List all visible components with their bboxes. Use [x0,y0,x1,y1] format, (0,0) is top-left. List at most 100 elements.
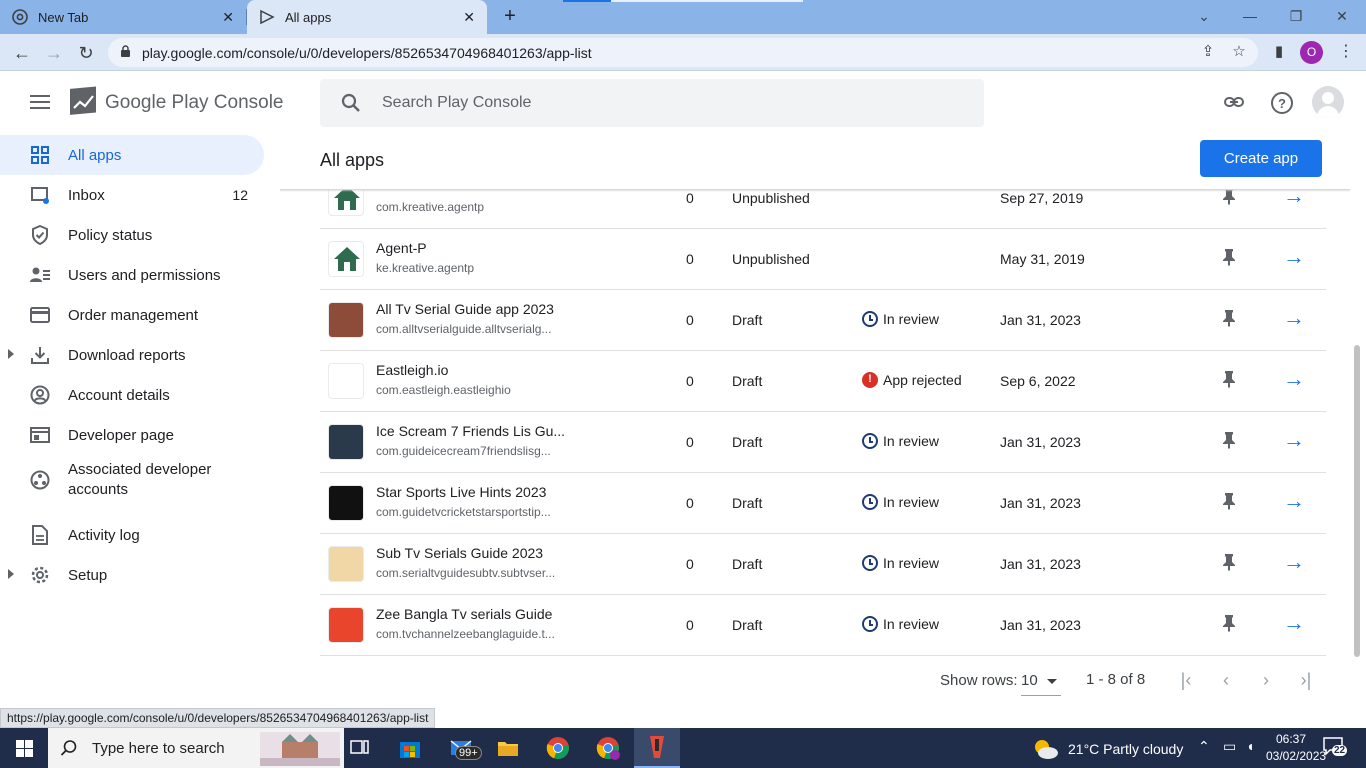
pin-icon[interactable] [1222,553,1236,571]
sidebar-item-policy-status[interactable]: Policy status [0,215,264,255]
side-panel-icon[interactable]: ▮ [1268,41,1290,63]
open-app-arrow-icon[interactable]: → [1282,368,1306,392]
table-row[interactable]: Agent-P ke.kreative.agentp 0 Unpublished May… [320,229,1326,290]
app-status-cell: Unpublished [732,190,810,206]
open-app-arrow-icon[interactable]: → [1282,307,1306,331]
table-row[interactable]: com.kreative.agentp 0 Unpublished Sep 27, 2… [320,190,1326,229]
open-app-arrow-icon[interactable]: → [1282,246,1306,270]
address-bar[interactable]: play.google.com/console/u/0/developers/8… [108,38,1258,67]
task-view-icon[interactable] [340,732,380,764]
sidebar-item-account-details[interactable]: Account details [0,375,264,415]
bookmark-star-icon[interactable]: ☆ [1228,41,1250,63]
sidebar-item-inbox[interactable]: Inbox 12 [0,175,264,215]
users-icon [30,265,50,285]
rows-per-page-select[interactable]: 10 [1021,668,1061,696]
pin-icon[interactable] [1222,370,1236,388]
pin-icon[interactable] [1222,492,1236,510]
table-row[interactable]: Eastleigh.io com.eastleigh.eastleighio 0 Dr… [320,351,1326,412]
account-avatar[interactable] [1312,86,1344,118]
open-app-arrow-icon[interactable]: → [1282,190,1306,209]
open-app-arrow-icon[interactable]: → [1282,429,1306,453]
taskbar-search-box[interactable]: Type here to search [48,728,344,768]
close-icon[interactable]: ✕ [222,9,234,26]
tab-new-tab[interactable]: New Tab ✕ [0,0,246,34]
last-updated-cell: Jan 31, 2023 [1000,556,1081,572]
svg-text:?: ? [1278,96,1286,111]
table-row[interactable]: Star Sports Live Hints 2023 com.guidetvcr… [320,473,1326,534]
share-icon[interactable]: ⇪ [1197,41,1219,63]
restore-icon[interactable]: ❐ [1284,4,1308,28]
last-updated-cell: Jan 31, 2023 [1000,617,1081,633]
pin-icon[interactable] [1222,248,1236,266]
create-app-button[interactable]: Create app [1200,140,1322,177]
reload-icon[interactable]: ↻ [73,40,99,66]
windows-start-icon[interactable] [0,728,48,768]
next-page-icon[interactable]: › [1254,668,1278,692]
chrome-icon[interactable] [538,732,578,764]
pin-icon[interactable] [1222,190,1236,205]
search-bar[interactable] [320,79,984,127]
chrome-profile-icon[interactable] [588,732,628,764]
link-icon[interactable] [1221,91,1247,117]
open-app-arrow-icon[interactable]: → [1282,551,1306,575]
weather-widget[interactable]: 21°C Partly cloudy [1032,738,1183,760]
app-status-cell: Draft [732,373,763,389]
scrollbar-thumb[interactable] [1354,345,1360,657]
file-explorer-icon[interactable] [488,732,528,764]
table-row[interactable]: Ice Scream 7 Friends Lis Gu... com.guidei… [320,412,1326,473]
show-rows-label: Show rows: [940,672,1018,689]
first-page-icon[interactable]: |‹ [1174,668,1198,692]
tab-all-apps[interactable]: All apps ✕ [247,0,487,34]
network-icon[interactable]: ▭ [1223,738,1236,755]
microsoft-store-icon[interactable] [390,732,430,764]
table-row[interactable]: Zee Bangla Tv serials Guide com.tvchannel… [320,595,1326,656]
sidebar-item-developer-page[interactable]: Developer page [0,415,264,455]
browser-menu-icon[interactable]: ⋮ [1336,40,1356,64]
help-icon[interactable]: ? [1269,91,1295,117]
close-icon[interactable]: ✕ [463,9,475,26]
hamburger-menu-icon[interactable] [28,91,52,115]
window-close-icon[interactable]: ✕ [1330,4,1354,28]
open-app-arrow-icon[interactable]: → [1282,490,1306,514]
new-tab-button[interactable]: + [498,4,522,28]
sidebar-item-setup[interactable]: Setup [0,555,264,595]
shield-icon [30,225,50,245]
notification-center-icon[interactable]: 22 [1322,736,1350,760]
sidebar-item-label: All apps [68,146,122,164]
minimize-icon[interactable]: — [1238,4,1262,28]
installs-cell: 0 [686,373,694,389]
sidebar-item-all-apps[interactable]: All apps [0,135,264,175]
browser-tab-bar: New Tab ✕ All apps ✕ + ⌄ — ❐ ✕ [0,0,1366,34]
tab-search-icon[interactable]: ⌄ [1192,4,1216,28]
sidebar-item-activity-log[interactable]: Activity log [0,515,264,555]
system-clock[interactable]: 06:37 03/02/2023 [1266,731,1326,765]
last-updated-cell: Jan 31, 2023 [1000,434,1081,450]
sidebar-item-download-reports[interactable]: Download reports [0,335,264,375]
table-row[interactable]: All Tv Serial Guide app 2023 com.alltvser… [320,290,1326,351]
volume-icon[interactable]: ◖ [1246,738,1254,754]
play-console-logo [70,86,96,115]
profile-avatar[interactable]: O [1300,41,1323,64]
tray-chevron-icon[interactable]: ⌃ [1198,738,1210,755]
last-page-icon[interactable]: ›| [1294,668,1318,692]
mail-icon[interactable]: 99+ [442,732,482,764]
sidebar: All apps Inbox 12 Policy status Users an… [0,135,280,710]
search-input[interactable] [382,94,942,112]
update-status-cell: In review [862,494,939,510]
back-icon[interactable]: ← [9,40,35,66]
sidebar-item-order-management[interactable]: Order management [0,295,264,335]
active-app-icon[interactable] [634,728,680,768]
open-app-arrow-icon[interactable]: → [1282,612,1306,636]
status-url-bubble: https://play.google.com/console/u/0/deve… [0,708,436,728]
expand-caret-icon[interactable] [8,569,14,579]
pin-icon[interactable] [1222,309,1236,327]
pin-icon[interactable] [1222,431,1236,449]
card-icon [30,305,50,325]
table-row[interactable]: Sub Tv Serials Guide 2023 com.serialtvgui… [320,534,1326,595]
forward-icon[interactable]: → [41,40,67,66]
sidebar-item-associated-developer-accounts[interactable]: Associated developer accounts [0,455,264,505]
pin-icon[interactable] [1222,614,1236,632]
sidebar-item-users-and-permissions[interactable]: Users and permissions [0,255,264,295]
previous-page-icon[interactable]: ‹ [1214,668,1238,692]
expand-caret-icon[interactable] [8,349,14,359]
